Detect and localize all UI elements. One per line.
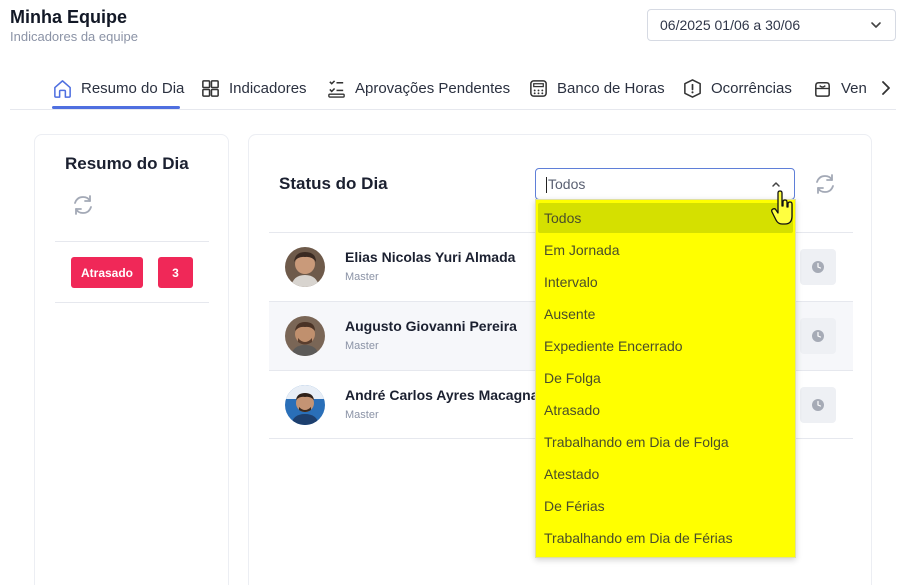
calculator-icon <box>530 79 547 97</box>
summary-card-title: Resumo do Dia <box>65 154 189 173</box>
avatar <box>285 316 325 356</box>
chevron-up-icon <box>772 182 780 187</box>
alert-icon <box>684 78 701 98</box>
tab-aprovacoes-pendentes[interactable]: Aprovações Pendentes <box>326 68 510 108</box>
divider <box>55 302 209 303</box>
employee-role: Master <box>345 271 379 283</box>
employee-name: André Carlos Ayres Macagnani <box>345 387 551 403</box>
chevron-right-icon <box>882 81 890 95</box>
employee-name: Augusto Giovanni Pereira <box>345 318 517 334</box>
approval-list-icon <box>328 79 345 98</box>
clock-icon <box>812 261 824 273</box>
avatar <box>285 385 325 425</box>
clock-button[interactable] <box>800 318 836 354</box>
clock-icon <box>812 330 824 342</box>
summary-card: Resumo do Dia Atrasado 3 <box>34 134 229 585</box>
dropdown-option[interactable]: Trabalhando em Dia de Férias <box>538 523 793 553</box>
tab-bar: Resumo do Dia Indicadores Aprovações Pen… <box>10 68 896 110</box>
status-badge[interactable]: Atrasado <box>71 257 143 288</box>
employee-role: Master <box>345 340 379 352</box>
clock-button[interactable] <box>800 249 836 285</box>
dropdown-option[interactable]: Atrasado <box>538 395 793 425</box>
hand-pointer-cursor-icon <box>771 190 793 225</box>
status-count-badge[interactable]: 3 <box>158 257 193 288</box>
clock-icon <box>812 399 824 411</box>
bag-icon <box>815 81 830 97</box>
dropdown-option[interactable]: Ausente <box>538 299 793 329</box>
tab-label: Banco de Horas <box>557 79 665 97</box>
dropdown-option[interactable]: Em Jornada <box>538 235 793 265</box>
tab-ocorrencias[interactable]: Ocorrências <box>682 68 792 108</box>
active-tab-indicator <box>52 106 180 109</box>
tabs-scroll-right-button[interactable] <box>876 77 896 99</box>
tab-banco-de-horas[interactable]: Banco de Horas <box>528 68 665 108</box>
tab-label: Ven <box>841 79 867 97</box>
tab-resumo-do-dia[interactable]: Resumo do Dia <box>52 68 184 108</box>
refresh-icon[interactable] <box>71 193 95 217</box>
tab-label: Indicadores <box>229 79 307 97</box>
status-card-title: Status do Dia <box>279 174 388 193</box>
grid-icon <box>202 79 219 97</box>
dropdown-option[interactable]: Todos <box>538 203 793 233</box>
tab-label: Resumo do Dia <box>81 79 185 97</box>
avatar <box>285 247 325 287</box>
dropdown-option[interactable]: Trabalhando em Dia de Folga <box>538 427 793 457</box>
employee-role: Master <box>345 409 379 421</box>
page-title: Minha Equipe <box>10 7 127 27</box>
tab-indicadores[interactable]: Indicadores <box>200 68 307 108</box>
period-select-value: 06/2025 01/06 a 30/06 <box>660 17 801 33</box>
tab-ven[interactable]: Ven <box>812 68 867 108</box>
page-subtitle: Indicadores da equipe <box>10 29 138 44</box>
dropdown-option[interactable]: De Férias <box>538 491 793 521</box>
dropdown-option[interactable]: Atestado <box>538 459 793 489</box>
home-icon <box>54 79 71 98</box>
dropdown-option[interactable]: Expediente Encerrado <box>538 331 793 361</box>
status-filter-dropdown: Todos Em Jornada Intervalo Ausente Exped… <box>535 199 796 558</box>
status-filter-value: Todos <box>548 176 586 192</box>
tab-label: Aprovações Pendentes <box>355 79 511 97</box>
dropdown-option[interactable]: Intervalo <box>538 267 793 297</box>
dropdown-option[interactable]: De Folga <box>538 363 793 393</box>
period-select[interactable]: 06/2025 01/06 a 30/06 <box>647 9 896 41</box>
tab-label: Ocorrências <box>711 79 792 97</box>
employee-name: Elias Nicolas Yuri Almada <box>345 249 516 265</box>
text-caret <box>546 177 547 193</box>
divider <box>55 241 209 242</box>
refresh-icon[interactable] <box>813 172 837 196</box>
status-filter-select[interactable]: Todos <box>535 168 795 200</box>
chevron-down-icon <box>871 22 881 28</box>
clock-button[interactable] <box>800 387 836 423</box>
page-header: Minha Equipe Indicadores da equipe <box>10 6 138 44</box>
